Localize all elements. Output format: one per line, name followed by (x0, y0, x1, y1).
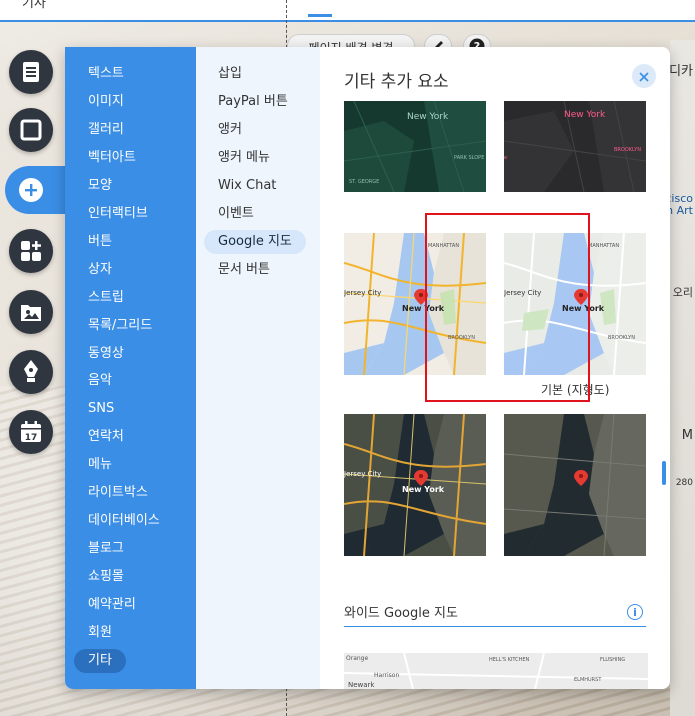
blog-button[interactable] (9, 350, 53, 394)
category-item[interactable]: 스트립 (88, 286, 124, 310)
wide-map-preview[interactable]: Orange Harrison Newark HELL'S KITCHEN FL… (344, 653, 648, 689)
category-item[interactable]: 모양 (88, 174, 112, 198)
svg-text:BROOKLYN: BROOKLYN (448, 335, 475, 341)
bookings-button[interactable]: 17 (9, 410, 53, 454)
map-style-hybrid[interactable]: Jersey City New York (344, 414, 486, 556)
category-item[interactable]: 쇼핑몰 (88, 565, 124, 589)
svg-text:Orange: Orange (346, 655, 368, 662)
panel-title: 기타 추가 요소 (344, 72, 449, 92)
category-item[interactable]: 연락처 (88, 425, 124, 449)
svg-text:New York: New York (562, 304, 605, 313)
subcategory-item[interactable]: 삽입 (218, 62, 242, 86)
svg-text:Harrison: Harrison (374, 672, 399, 679)
map-style-satellite[interactable] (504, 414, 646, 556)
element-gallery: 기타 추가 요소 New York PARK SLOPE ST. GEORGE (320, 47, 670, 689)
category-item[interactable]: 인터랙티브 (88, 202, 148, 226)
pages-icon (21, 61, 41, 83)
svg-text:Jersey City: Jersey City (344, 470, 381, 478)
site-content-peek: 디카 cisco n Art 오리 M 280 (665, 40, 695, 716)
add-apps-button[interactable] (9, 229, 53, 273)
svg-text:BROOKLYN: BROOKLYN (608, 335, 635, 341)
category-item[interactable]: 상자 (88, 258, 112, 282)
category-item[interactable]: 라이트박스 (88, 481, 148, 505)
subcategory-list: 삽입 PayPal 버튼앵커앵커 메뉴 Wix Chat 이벤트 Google 지도문서… (196, 47, 320, 689)
map-style-dark[interactable]: New York BROOKLYN e (504, 101, 646, 192)
subcategory-item[interactable]: Google 지도 (204, 230, 306, 254)
subcategory-item[interactable]: PayPal 버튼 (218, 90, 288, 114)
pages-button[interactable] (9, 50, 53, 94)
background-button[interactable] (9, 108, 53, 152)
category-item[interactable]: 이미지 (88, 90, 124, 114)
subcategory-item[interactable]: 앵커 메뉴 (218, 146, 270, 170)
subcategory-item[interactable]: 이벤트 (218, 202, 254, 226)
svg-text:New York: New York (402, 485, 445, 494)
svg-text:MANHATTAN: MANHATTAN (588, 243, 619, 249)
map-style-terrain[interactable]: Jersey City New York MANHATTAN BROOKLYN (504, 233, 646, 375)
category-item[interactable]: 텍스트 (88, 62, 124, 86)
add-elements-panel: 텍스트이미지갤러리벡터아트모양인터랙티브버튼상자스트립목록/그리드동영상음악 SN… (65, 47, 670, 689)
subcategory-item[interactable]: 앵커 (218, 118, 242, 142)
square-icon (20, 119, 42, 141)
category-item[interactable]: SNS (88, 397, 114, 421)
close-button[interactable] (632, 64, 656, 88)
top-left-text: 기사 (22, 0, 46, 11)
calendar-icon: 17 (19, 420, 43, 444)
gallery-scroll-area[interactable]: New York PARK SLOPE ST. GEORGE New York … (320, 101, 670, 689)
peek-text: 오리 (672, 286, 693, 299)
svg-text:Jersey City: Jersey City (344, 289, 381, 297)
category-item[interactable]: 동영상 (88, 342, 124, 366)
peek-text: M (681, 428, 693, 443)
category-item[interactable]: 벡터아트 (88, 146, 136, 170)
category-item[interactable]: 예약관리 (88, 593, 136, 617)
svg-text:ELMHURST: ELMHURST (574, 677, 602, 683)
wide-map-section-title: 와이드 Google 지도 (344, 606, 458, 621)
svg-text:New York: New York (402, 304, 445, 313)
info-icon[interactable]: i (627, 604, 643, 620)
map-style-roadmap[interactable]: Jersey City New York MANHATTAN BROOKLYN (344, 233, 486, 375)
category-item[interactable]: 갤러리 (88, 118, 124, 142)
category-item[interactable]: 메뉴 (88, 453, 112, 477)
map-style-dark-green[interactable]: New York PARK SLOPE ST. GEORGE (344, 101, 486, 192)
close-icon (639, 67, 649, 86)
svg-text:17: 17 (25, 433, 38, 443)
selected-map-label: 기본 (지형도) (541, 383, 610, 397)
svg-text:e: e (504, 155, 507, 161)
svg-text:New York: New York (564, 110, 606, 120)
subcategory-item[interactable]: 문서 버튼 (218, 258, 270, 282)
category-item[interactable]: 음악 (88, 369, 112, 393)
peek-text: n Art (666, 204, 693, 217)
category-item[interactable]: 블로그 (88, 537, 124, 561)
category-item[interactable]: 버튼 (88, 230, 112, 254)
peek-text: 280 (675, 478, 693, 488)
category-item[interactable]: 데이터베이스 (88, 509, 160, 533)
svg-text:FLUSHING: FLUSHING (600, 657, 625, 663)
top-tab-indicator (308, 14, 332, 17)
media-button[interactable] (9, 290, 53, 334)
peek-text: 디카 (669, 64, 693, 79)
svg-text:Newark: Newark (348, 681, 375, 689)
pen-icon (21, 359, 41, 385)
svg-text:BROOKLYN: BROOKLYN (614, 147, 641, 153)
category-item[interactable]: 목록/그리드 (88, 314, 152, 338)
category-list: 텍스트이미지갤러리벡터아트모양인터랙티브버튼상자스트립목록/그리드동영상음악 SN… (65, 47, 196, 689)
svg-text:MANHATTAN: MANHATTAN (428, 243, 459, 249)
svg-text:HELL'S KITCHEN: HELL'S KITCHEN (489, 657, 530, 663)
apps-icon (19, 239, 43, 263)
category-item[interactable]: 기타 (74, 648, 126, 673)
svg-text:Jersey City: Jersey City (504, 289, 541, 297)
section-divider (344, 626, 646, 627)
category-item[interactable]: 회원 (88, 621, 112, 645)
svg-text:ST. GEORGE: ST. GEORGE (349, 179, 379, 185)
subcategory-item[interactable]: Wix Chat (218, 174, 276, 198)
svg-text:New York: New York (407, 112, 449, 122)
gallery-scrollbar[interactable] (662, 461, 666, 485)
media-icon (19, 301, 43, 323)
svg-text:PARK SLOPE: PARK SLOPE (454, 155, 484, 161)
editor-top-bar: 기사 (0, 0, 695, 22)
plus-icon (19, 178, 43, 202)
